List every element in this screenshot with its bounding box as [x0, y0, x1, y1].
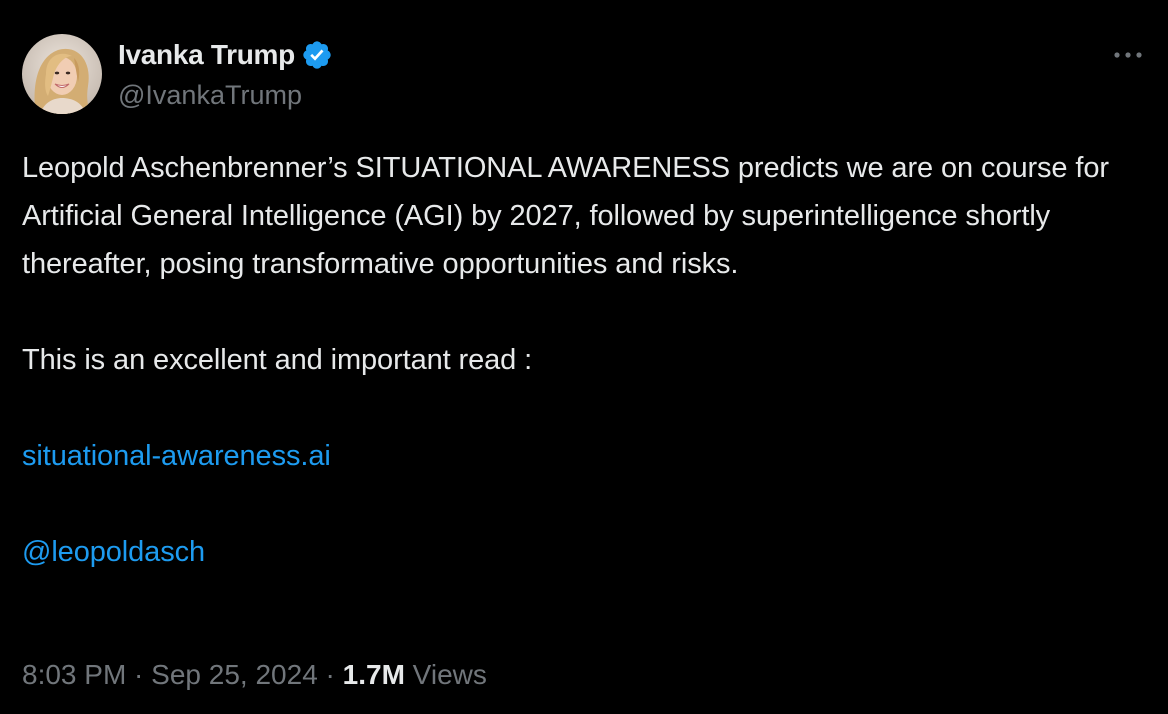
- tweet-paragraph: This is an excellent and important read …: [22, 344, 533, 376]
- separator: ·: [317, 659, 343, 690]
- views-count: 1.7M: [342, 659, 405, 690]
- external-link[interactable]: situational-awareness.ai: [22, 440, 331, 472]
- profile-photo-icon: [22, 34, 102, 114]
- tweet-text: Leopold Aschenbrenner’s SITUATIONAL AWAR…: [22, 144, 1157, 576]
- verified-badge-icon[interactable]: [301, 39, 333, 71]
- handle[interactable]: @IvankaTrump: [118, 78, 333, 112]
- tweet-time[interactable]: 8:03 PM: [22, 659, 126, 690]
- more-button[interactable]: [1108, 40, 1148, 70]
- avatar[interactable]: [22, 34, 102, 114]
- separator: ·: [126, 659, 152, 690]
- author-block: Ivanka Trump @IvankaTrump: [118, 36, 333, 112]
- more-horizontal-icon: [1114, 52, 1142, 58]
- tweet-meta: 8:03 PM · Sep 25, 2024 · 1.7M Views: [22, 655, 487, 695]
- display-name[interactable]: Ivanka Trump: [118, 39, 295, 71]
- views-label: Views: [404, 659, 487, 690]
- mention-link[interactable]: @leopoldasch: [22, 536, 205, 568]
- tweet-date[interactable]: Sep 25, 2024: [151, 659, 318, 690]
- name-row: Ivanka Trump: [118, 36, 333, 74]
- tweet-paragraph: Leopold Aschenbrenner’s SITUATIONAL AWAR…: [22, 152, 1109, 280]
- tweet: Ivanka Trump @IvankaTrump Leopold Aschen…: [0, 0, 1168, 714]
